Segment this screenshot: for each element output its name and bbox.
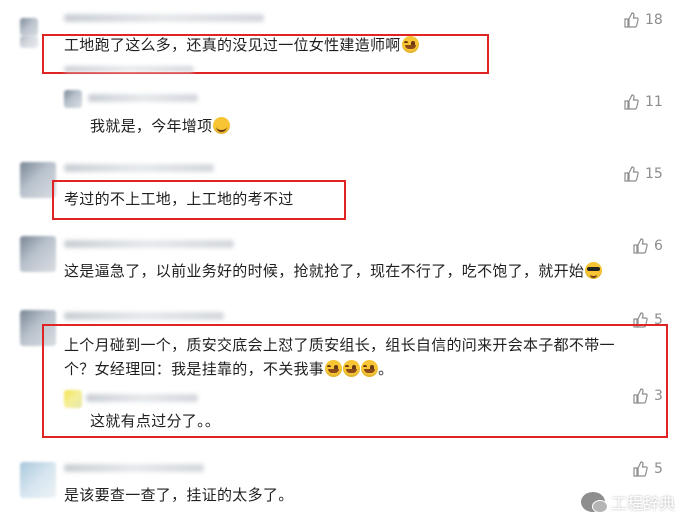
like-count: 5 (654, 461, 663, 477)
like-count: 6 (654, 238, 663, 254)
nickname-blurred (64, 164, 214, 172)
like-count: 11 (645, 94, 663, 110)
laugh-emoji-icon (361, 360, 379, 377)
avatar (20, 36, 38, 48)
thumbs-up-icon (624, 12, 639, 28)
like-count: 18 (645, 12, 663, 28)
thumbs-up-icon (624, 94, 639, 110)
nickname-blurred (64, 14, 264, 22)
nickname-blurred (64, 66, 194, 72)
comment-text-line-1: 上个月碰到一个，质安交底会上怼了质安组长，组长自信的问来开会本子都不带一 (64, 336, 615, 354)
like-count: 3 (654, 388, 663, 404)
comment-text: 这是逼急了，以前业务好的时候，抢就抢了，现在不行了，吃不饱了，就开始 (64, 260, 603, 282)
avatar[interactable] (64, 390, 82, 408)
thumbs-up-icon (633, 312, 648, 328)
like-count: 15 (645, 166, 663, 182)
watermark: 工程辞典 (580, 490, 675, 514)
wechat-icon (580, 492, 608, 513)
nickname-blurred (64, 464, 204, 472)
comment-text-line-2: 个？女经理回：我是挂靠的，不关我事。 (64, 360, 394, 378)
comment-text: 工地跑了这么多，还真的没见过一位女性建造师啊 (64, 34, 419, 56)
like-count: 5 (654, 312, 663, 328)
avatar[interactable] (64, 90, 82, 108)
thumbs-up-icon (633, 238, 648, 254)
watermark-text: 工程辞典 (610, 494, 675, 513)
sunglasses-emoji-icon (585, 262, 603, 279)
thumbs-up-icon (624, 166, 639, 182)
like-button[interactable]: 5 (632, 312, 663, 328)
avatar[interactable] (20, 18, 38, 36)
laugh-emoji-icon (343, 360, 361, 377)
avatar[interactable] (20, 162, 56, 198)
avatar[interactable] (20, 236, 56, 272)
thumbs-up-icon (633, 461, 648, 477)
smile-emoji-icon (213, 117, 231, 134)
nickname-blurred (88, 94, 198, 102)
like-button[interactable]: 18 (623, 12, 663, 28)
avatar[interactable] (20, 462, 56, 498)
like-button[interactable]: 11 (623, 94, 663, 110)
like-button[interactable]: 5 (632, 461, 663, 477)
reply-text: 这就有点过分了。。 (90, 412, 221, 430)
nickname-blurred (64, 312, 224, 320)
thumbs-up-icon (633, 388, 648, 404)
nickname-blurred (86, 394, 198, 402)
like-button[interactable]: 3 (632, 388, 663, 404)
laugh-emoji-icon (401, 36, 419, 53)
reply-text: 我就是，今年增项 (90, 115, 231, 137)
like-button[interactable]: 15 (623, 166, 663, 182)
laugh-emoji-icon (325, 360, 343, 377)
nickname-blurred (64, 240, 234, 248)
like-button[interactable]: 6 (632, 238, 663, 254)
avatar[interactable] (20, 310, 56, 346)
comment-text: 是该要查一查了，挂证的太多了。 (64, 486, 294, 504)
comment-text: 考过的不上工地，上工地的考不过 (64, 190, 294, 208)
